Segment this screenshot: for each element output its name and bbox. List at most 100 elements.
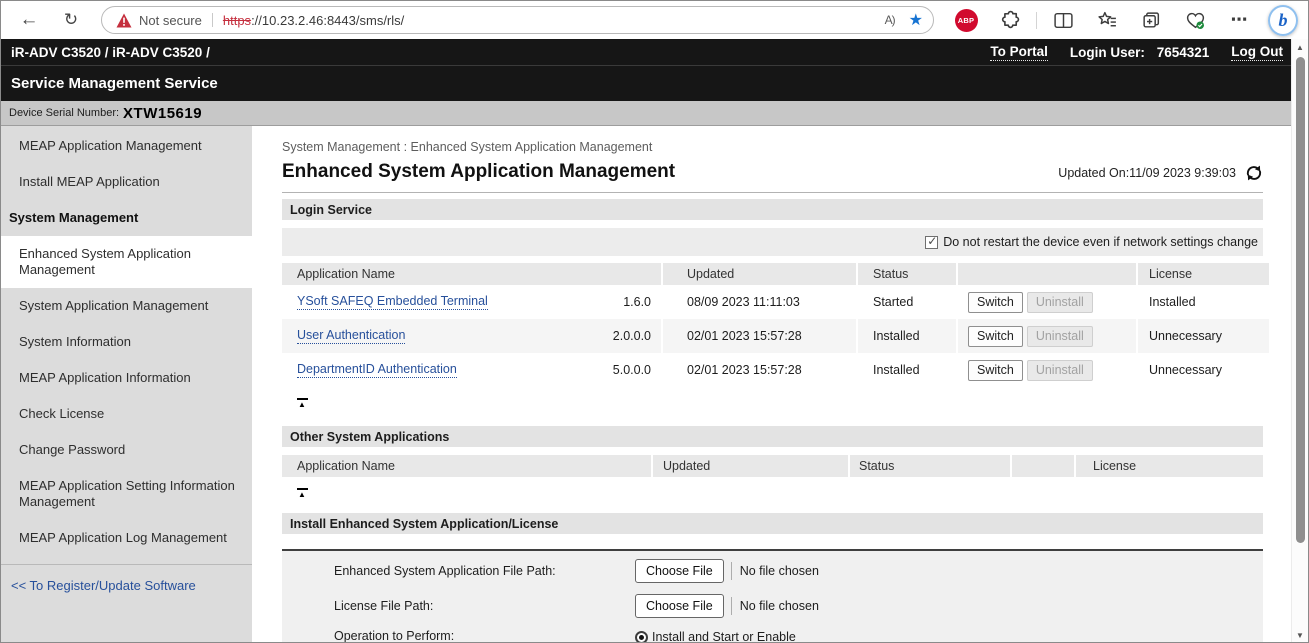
url-divider (212, 13, 213, 27)
section-install-enhanced-system-application: Install Enhanced System Application/Lice… (282, 513, 1263, 534)
app-status: Installed (873, 363, 920, 377)
serial-label: Device Serial Number: (9, 107, 119, 119)
favorites-icon[interactable] (1092, 5, 1122, 35)
scroll-down-icon[interactable]: ▼ (1296, 627, 1304, 643)
login-service-heading: Login Service (290, 203, 372, 217)
main-content: System Management : Enhanced System Appl… (252, 126, 1293, 643)
sidebar-item-enhanced-system-application-management[interactable]: Enhanced System Application Management (1, 236, 252, 288)
operation-to-perform-label: Operation to Perform: (334, 629, 635, 643)
toolbar-extensions-area: ABP (944, 5, 1302, 35)
serial-value: XTW15619 (123, 105, 202, 122)
app-status: Installed (873, 329, 920, 343)
section-other-system-applications: Other System Applications (282, 426, 1263, 447)
app-link-user-authentication[interactable]: User Authentication (297, 328, 405, 344)
radio-install-and-start[interactable] (635, 631, 648, 643)
switch-button[interactable]: Switch (968, 326, 1023, 347)
do-not-restart-label: Do not restart the device even if networ… (943, 235, 1258, 249)
section-login-service: Login Service (282, 199, 1263, 220)
radio-install-and-start-label: Install and Start or Enable (652, 630, 796, 643)
sidebar-item-check-license[interactable]: Check License (1, 396, 252, 432)
url-bar[interactable]: Not secure https ://10.23.2.46:8443/sms/… (101, 6, 934, 34)
other-apps-heading: Other System Applications (290, 430, 449, 444)
logout-link[interactable]: Log Out (1231, 44, 1283, 61)
install-form: Enhanced System Application File Path: C… (282, 549, 1263, 643)
app-updated: 08/09 2023 11:11:03 (687, 295, 800, 309)
serial-bar: Device Serial Number: XTW15619 (1, 101, 1293, 126)
col-application-name: Application Name (297, 459, 395, 473)
col-status: Status (873, 267, 908, 281)
to-portal-link[interactable]: To Portal (990, 44, 1048, 61)
col-updated: Updated (687, 267, 734, 281)
login-user-value: 7654321 (1157, 45, 1210, 60)
sidebar-item-change-password[interactable]: Change Password (1, 432, 252, 468)
refresh-icon[interactable]: ↻ (57, 6, 85, 34)
url-text: ://10.23.2.46:8443/sms/rls/ (251, 13, 404, 28)
favorite-star-icon[interactable]: ★ (909, 10, 923, 30)
browser-essentials-icon[interactable] (1180, 5, 1210, 35)
reload-status-icon[interactable] (1245, 164, 1263, 182)
not-secure-warning-icon (116, 13, 132, 28)
scroll-up-icon[interactable]: ▲ (1296, 39, 1304, 55)
app-license: Unnecessary (1149, 329, 1222, 343)
device-header: iR-ADV C3520 / iR-ADV C3520 / To Portal … (1, 39, 1293, 65)
service-title-bar: Service Management Service (1, 65, 1293, 101)
app-version: 2.0.0.0 (613, 329, 661, 343)
scrollbar-thumb[interactable] (1296, 57, 1305, 543)
collections-icon[interactable] (1136, 5, 1166, 35)
other-apps-table: Application Name Updated Status License (282, 455, 1263, 477)
back-icon[interactable]: ← (15, 6, 43, 34)
url-scheme: https (223, 13, 251, 28)
adblock-plus-icon[interactable]: ABP (955, 9, 978, 32)
switch-button[interactable]: Switch (968, 292, 1023, 313)
sidebar-section-system-management: System Management (1, 200, 252, 236)
sidebar-item-meap-application-information[interactable]: MEAP Application Information (1, 360, 252, 396)
extensions-icon[interactable] (995, 5, 1025, 35)
uninstall-button[interactable]: Uninstall (1027, 360, 1093, 381)
page-scrollbar[interactable]: ▲ ▼ (1291, 39, 1308, 643)
table-row: User Authentication 2.0.0.0 (282, 319, 661, 353)
read-aloud-icon[interactable]: A) (885, 13, 895, 27)
do-not-restart-checkbox[interactable] (925, 236, 938, 249)
breadcrumb: System Management : Enhanced System Appl… (282, 140, 1263, 154)
back-to-top-icon[interactable]: ▲ (295, 488, 309, 499)
col-status: Status (859, 459, 894, 473)
bing-chat-icon[interactable]: b (1268, 5, 1298, 36)
restart-option-row: Do not restart the device even if networ… (282, 228, 1263, 256)
to-register-update-software-link[interactable]: << To Register/Update Software (11, 578, 196, 593)
app-version: 5.0.0.0 (613, 363, 661, 377)
license-file-path-label: License File Path: (334, 599, 635, 613)
license-file-choose-button[interactable]: Choose File (635, 594, 724, 618)
sidebar-item-system-information[interactable]: System Information (1, 324, 252, 360)
login-user-label: Login User: (1070, 45, 1145, 60)
switch-button[interactable]: Switch (968, 360, 1023, 381)
sidebar-item-meap-application-management[interactable]: MEAP Application Management (1, 128, 252, 164)
license-file-status: No file chosen (740, 599, 819, 613)
updated-on-text: Updated On:11/09 2023 9:39:03 (1058, 166, 1236, 180)
uninstall-button[interactable]: Uninstall (1027, 292, 1093, 313)
sidebar-item-system-application-management[interactable]: System Application Management (1, 288, 252, 324)
app-link-departmentid-authentication[interactable]: DepartmentID Authentication (297, 362, 457, 378)
back-to-top-icon[interactable]: ▲ (295, 398, 309, 409)
col-application-name: Application Name (297, 267, 395, 281)
sidebar-item-meap-application-setting-information-management[interactable]: MEAP Application Setting Information Man… (1, 468, 252, 520)
login-service-table: Application Name Updated Status License … (282, 263, 1263, 387)
app-file-status: No file chosen (740, 564, 819, 578)
toolbar-divider (1036, 12, 1037, 29)
browser-toolbar: ← ↻ Not secure https ://10.23.2.46:8443/… (1, 1, 1309, 39)
app-file-choose-button[interactable]: Choose File (635, 559, 724, 583)
sidebar-item-meap-application-log-management[interactable]: MEAP Application Log Management (1, 520, 252, 556)
browser-window: ← ↻ Not secure https ://10.23.2.46:8443/… (0, 0, 1309, 643)
app-updated: 02/01 2023 15:57:28 (687, 363, 802, 377)
app-status: Started (873, 295, 913, 309)
settings-more-icon[interactable]: ⋯ (1231, 10, 1248, 30)
table-row: YSoft SAFEQ Embedded Terminal 1.6.0 (282, 285, 661, 319)
sidebar-item-install-meap-application[interactable]: Install MEAP Application (1, 164, 252, 200)
app-link-ysoft-safeq[interactable]: YSoft SAFEQ Embedded Terminal (297, 294, 488, 310)
app-license: Installed (1149, 295, 1196, 309)
device-breadcrumb: iR-ADV C3520 / iR-ADV C3520 / (11, 45, 210, 60)
app-updated: 02/01 2023 15:57:28 (687, 329, 802, 343)
split-screen-icon[interactable] (1048, 5, 1078, 35)
uninstall-button[interactable]: Uninstall (1027, 326, 1093, 347)
app-version: 1.6.0 (623, 295, 661, 309)
not-secure-label: Not secure (139, 13, 202, 28)
